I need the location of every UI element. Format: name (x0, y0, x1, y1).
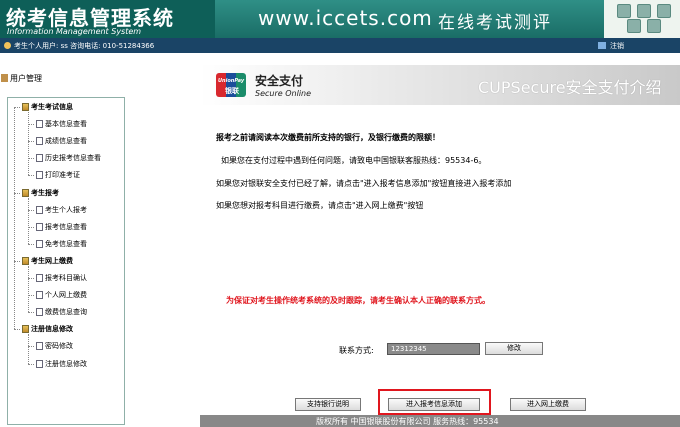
page-icon (36, 120, 43, 128)
page-icon (36, 308, 43, 316)
menu-label: 成绩信息查看 (45, 137, 87, 145)
page-icon (36, 360, 43, 368)
document-icon[interactable] (637, 4, 651, 18)
sidebar-menu: 考生考试信息基本信息查看 成绩信息查看历史报考信息查看 打印准考证考生报考考生个人报… (7, 97, 125, 425)
tree-branch (28, 334, 29, 364)
folder-icon (22, 257, 29, 265)
page-icon (36, 154, 43, 162)
logo-area: 统考信息管理系统 Information Management System (0, 0, 215, 38)
tree-connector (28, 175, 34, 176)
page-icon (36, 291, 43, 299)
cupsecure-title: CUPSecure安全支付介绍 (478, 78, 662, 97)
menu-label: 密码修改 (45, 342, 73, 350)
menu-label: 注册信息修改 (31, 325, 73, 333)
page-icon (36, 274, 43, 282)
logout-link[interactable]: 注销 (610, 41, 624, 51)
site-url: www.iccets.com (258, 6, 433, 30)
secure-pay-title: 安全支付 (255, 74, 304, 88)
secure-pay-subtitle: Secure Online (255, 89, 312, 98)
user-icon (4, 42, 11, 49)
notice-add-registration: 如果您对银联安全支付已经了解，请点击"进入报考信息添加"按钮直接进入报考添加 (216, 179, 512, 188)
menu-label: 报考信息查看 (45, 223, 87, 231)
menu-label: 缴费信息查询 (45, 308, 87, 316)
menu-label: 考生报考 (31, 189, 59, 197)
modify-button[interactable]: 修改 (485, 342, 543, 355)
menu-label: 考生考试信息 (31, 103, 73, 111)
site-slogan: 在线考试测评 (438, 13, 552, 33)
folder-icon (22, 189, 29, 197)
menu-label: 考生网上缴费 (31, 257, 73, 265)
page-icon (36, 137, 43, 145)
page-icon (36, 342, 43, 350)
page-icon (36, 206, 43, 214)
page-icon (36, 223, 43, 231)
info-bar: 考生个人用户: ss 咨询电话: 010-51284366 注销 (0, 38, 680, 53)
tree-trunk (14, 107, 15, 329)
menu-label: 历史报考信息查看 (45, 154, 101, 162)
user-info: 考生个人用户: ss 咨询电话: 010-51284366 (14, 42, 155, 50)
folder-icon (22, 103, 29, 111)
menu-label: 打印准考证 (45, 171, 80, 179)
contact-warning: 为保证对考生操作统考系统的及时跟踪，请考生确认本人正确的联系方式。 (226, 296, 490, 305)
notice-read-banks: 报考之前请阅读本次缴费前所支持的银行，及银行缴费的限额！ (216, 133, 440, 142)
app-header: 统考信息管理系统 Information Management System w… (0, 0, 680, 38)
tree-branch (28, 266, 29, 312)
user-icon[interactable] (627, 19, 641, 33)
page-icon (36, 240, 43, 248)
home-icon[interactable] (617, 4, 631, 18)
folder-icon (22, 325, 29, 333)
sidebar-title: 用户管理 (10, 74, 42, 83)
tree-branch (28, 198, 29, 244)
tree-connector (14, 329, 20, 330)
tree-connector (28, 244, 34, 245)
footer-copyright: 版权所有 中国银联股份有限公司 服务热线：95534 (316, 417, 499, 426)
logout-icon[interactable] (598, 42, 606, 49)
unionpay-logo: UnionPay 银联 (216, 73, 246, 97)
header-icons (617, 4, 677, 34)
menu-label: 考生个人报考 (45, 206, 87, 214)
tree-connector (28, 364, 34, 365)
contact-label: 联系方式: (339, 346, 374, 355)
app-subtitle: Information Management System (7, 27, 142, 36)
page-icon (36, 171, 43, 179)
tree-connector (28, 312, 34, 313)
mail-icon[interactable] (657, 4, 671, 18)
contact-field[interactable] (387, 343, 480, 355)
notice-hotline: 如果您在支付过程中遇到任何问题，请致电中国银联客服热线：95534-6。 (221, 156, 487, 165)
menu-label: 个人网上缴费 (45, 291, 87, 299)
menu-label: 报考科目确认 (45, 274, 87, 282)
payment-banner: UnionPay 银联 安全支付 Secure Online CUPSecure… (200, 65, 680, 105)
footer: 版权所有 中国银联股份有限公司 服务热线：95534 (200, 415, 680, 427)
sidebar: 用户管理 考生考试信息基本信息查看 成绩信息查看历史报考信息查看 打印准考证考生报考… (0, 53, 200, 427)
online-payment-button[interactable]: 进入网上缴费 (510, 398, 586, 411)
menu-label: 注册信息修改 (45, 360, 87, 368)
menu-label: 免考信息查看 (45, 240, 87, 248)
tree-branch (28, 112, 29, 175)
settings-icon[interactable] (647, 19, 661, 33)
add-registration-button[interactable]: 进入报考信息添加 (388, 398, 480, 411)
notice-online-payment: 如果您想对报考科目进行缴费，请点击"进入网上缴费"按钮 (216, 201, 424, 210)
supported-banks-button[interactable]: 支持银行说明 (295, 398, 361, 411)
user-management-icon (1, 74, 8, 82)
menu-label: 基本信息查看 (45, 120, 87, 128)
